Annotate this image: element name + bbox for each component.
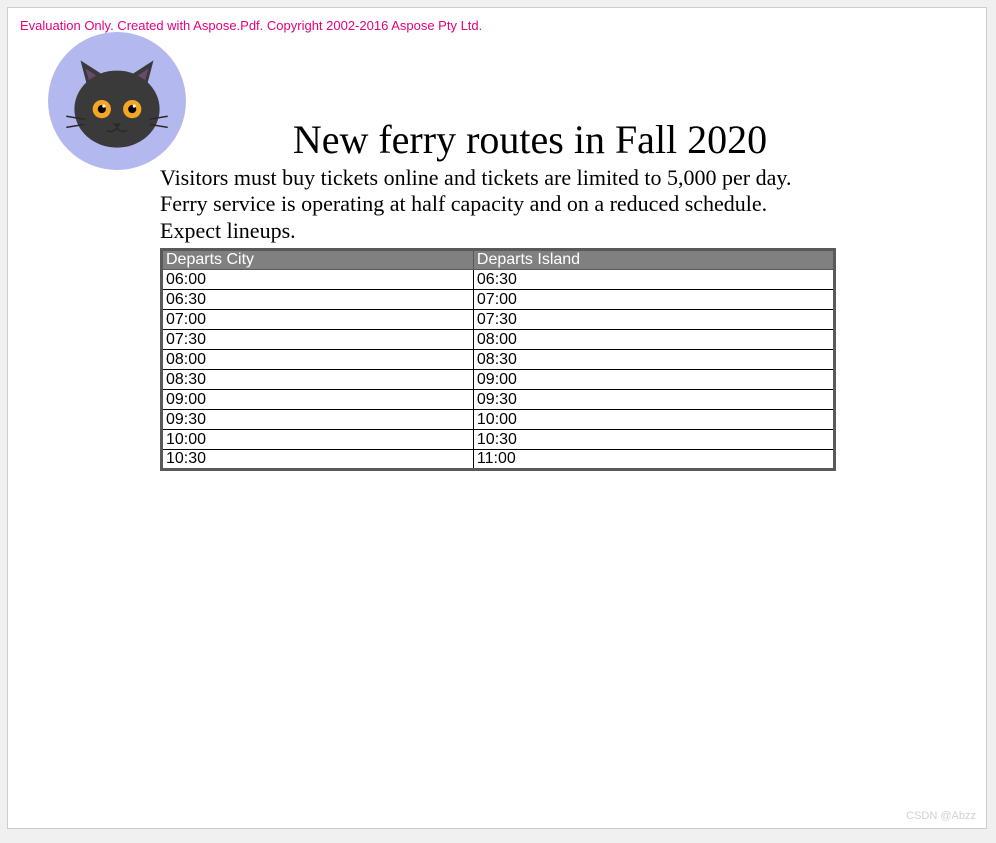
cell-departs-city: 08:30	[162, 370, 474, 390]
desc-line-2: Ferry service is operating at half capac…	[160, 191, 767, 216]
cell-departs-city: 06:30	[162, 290, 474, 310]
header-departs-island: Departs Island	[473, 250, 834, 270]
description-text: Visitors must buy tickets online and tic…	[160, 165, 840, 244]
cell-departs-island: 08:30	[473, 350, 834, 370]
cell-departs-island: 07:30	[473, 310, 834, 330]
desc-line-3: Expect lineups.	[160, 218, 296, 243]
cell-departs-city: 09:00	[162, 390, 474, 410]
table-row: 07:3008:00	[162, 330, 835, 350]
table-row: 06:0006:30	[162, 270, 835, 290]
footer-watermark: CSDN @Abzz	[906, 810, 976, 822]
header-departs-city: Departs City	[162, 250, 474, 270]
table-row: 07:0007:30	[162, 310, 835, 330]
cell-departs-city: 09:30	[162, 410, 474, 430]
table-row: 06:3007:00	[162, 290, 835, 310]
page-title: New ferry routes in Fall 2020	[220, 116, 840, 163]
schedule-table: Departs City Departs Island 06:0006:30 0…	[160, 248, 836, 471]
table-row: 08:3009:00	[162, 370, 835, 390]
cell-departs-island: 09:00	[473, 370, 834, 390]
cell-departs-city: 08:00	[162, 350, 474, 370]
cell-departs-island: 11:00	[473, 450, 834, 470]
table-row: 09:0009:30	[162, 390, 835, 410]
cell-departs-island: 09:30	[473, 390, 834, 410]
cell-departs-island: 07:00	[473, 290, 834, 310]
table-row: 09:3010:00	[162, 410, 835, 430]
table-header-row: Departs City Departs Island	[162, 250, 835, 270]
cell-departs-island: 10:30	[473, 430, 834, 450]
table-row: 10:0010:30	[162, 430, 835, 450]
table-row: 10:3011:00	[162, 450, 835, 470]
cell-departs-island: 08:00	[473, 330, 834, 350]
main-content: New ferry routes in Fall 2020 Visitors m…	[160, 116, 840, 471]
document-page: Evaluation Only. Created with Aspose.Pdf…	[7, 7, 987, 829]
cell-departs-city: 07:00	[162, 310, 474, 330]
table-row: 08:0008:30	[162, 350, 835, 370]
cell-departs-island: 06:30	[473, 270, 834, 290]
cell-departs-city: 10:30	[162, 450, 474, 470]
cell-departs-island: 10:00	[473, 410, 834, 430]
cell-departs-city: 06:00	[162, 270, 474, 290]
desc-line-1: Visitors must buy tickets online and tic…	[160, 165, 791, 190]
cell-departs-city: 07:30	[162, 330, 474, 350]
cell-departs-city: 10:00	[162, 430, 474, 450]
